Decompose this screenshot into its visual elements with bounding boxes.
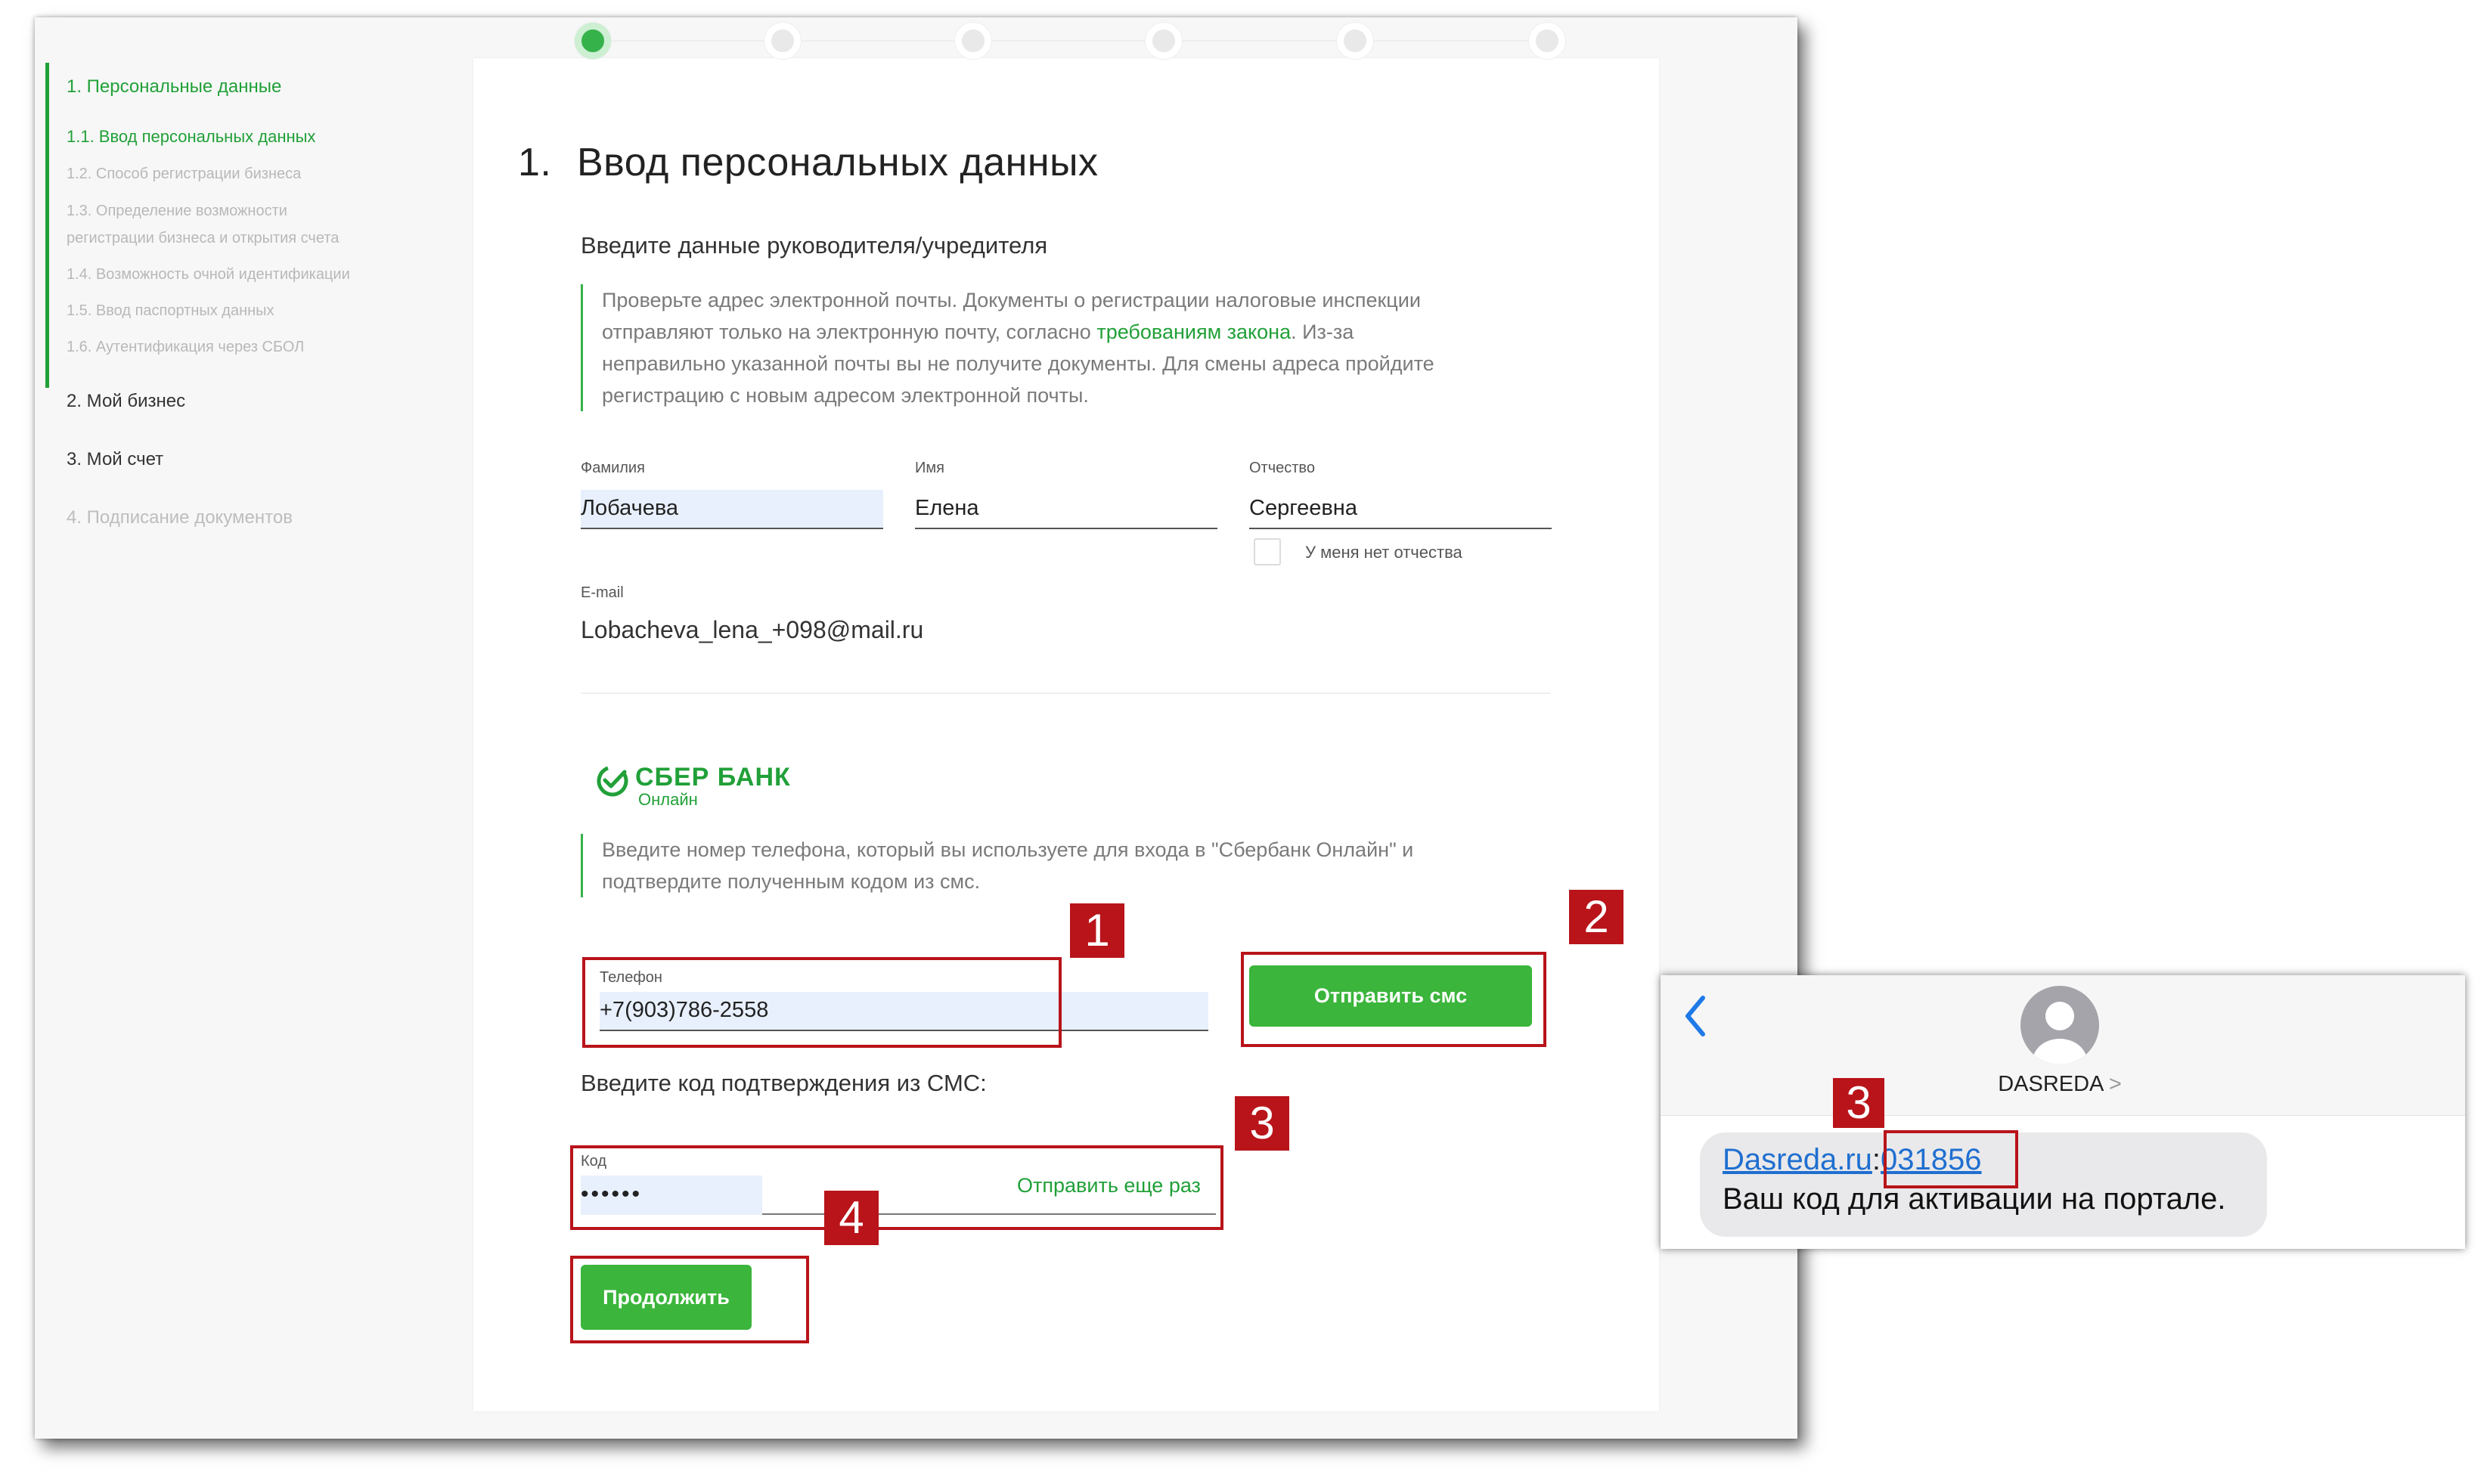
sms-code-heading: Введите код подтверждения из СМС:: [581, 1070, 987, 1096]
progress-sidebar: 1. Персональные данные 1.1. Ввод персона…: [35, 17, 458, 1439]
contact-name[interactable]: DASREDA >: [1661, 1072, 2459, 1097]
back-chevron-icon[interactable]: [1680, 993, 1710, 1039]
sms-screenshot: DASREDA > Dasreda.ru:031856 Ваш код для …: [1661, 975, 2465, 1249]
annotation-badge-3-sms: 3: [1833, 1078, 1884, 1128]
contact-chevron-icon: >: [2108, 1072, 2122, 1096]
sber-check-icon: [597, 765, 628, 797]
sidebar-item-personal-data-input[interactable]: 1.1. Ввод персональных данных: [67, 123, 315, 150]
annotation-box-continue: [570, 1256, 809, 1343]
middle-name-input[interactable]: Сергеевна: [1249, 490, 1552, 529]
last-name-input[interactable]: Лобачева: [581, 490, 883, 529]
sber-brand-text: СБЕР БАНК: [635, 763, 791, 792]
law-requirements-link[interactable]: требованиям закона: [1096, 321, 1291, 343]
sidebar-item-passport-data[interactable]: 1.5. Ввод паспортных данных: [67, 297, 274, 324]
phone-notice-line1: Введите номер телефона, который вы испол…: [602, 838, 1414, 861]
no-middle-name-checkbox[interactable]: [1254, 538, 1281, 565]
phone-notice: Введите номер телефона, который вы испол…: [581, 834, 1549, 897]
sidebar-active-indicator: [45, 63, 49, 388]
annotation-box-phone: [582, 957, 1062, 1048]
first-name-label: Имя: [915, 460, 944, 476]
last-name-label: Фамилия: [581, 460, 645, 476]
middle-name-label: Отчество: [1249, 460, 1315, 476]
sidebar-item-in-person-identification[interactable]: 1.4. Возможность очной идентификации: [67, 261, 350, 288]
sidebar-item-my-account[interactable]: 3. Мой счет: [67, 449, 163, 470]
email-notice-line1: Проверьте адрес электронной почты. Докум…: [602, 289, 1421, 311]
annotation-badge-3: 3: [1235, 1096, 1289, 1151]
sms-header: DASREDA >: [1661, 975, 2465, 1116]
annotation-box-code: [570, 1145, 1223, 1230]
sidebar-item-sbol-auth[interactable]: 1.6. Аутентификация через СБОЛ: [67, 333, 304, 361]
step-dot-1: [575, 23, 611, 59]
section-subtitle: Введите данные руководителя/учредителя: [581, 232, 1048, 259]
step-dot-5: [1337, 23, 1373, 59]
page-title-number: 1.: [518, 141, 552, 184]
sidebar-item-sign-documents: 4. Подписание документов: [67, 507, 293, 528]
annotation-box-sms-code: [1884, 1130, 2018, 1188]
sber-online-logo: СБЕР БАНК Онлайн: [596, 760, 838, 813]
annotation-badge-1: 1: [1070, 903, 1124, 958]
step-dot-4: [1146, 23, 1182, 59]
first-name-input[interactable]: Елена: [915, 490, 1217, 529]
sidebar-item-registration-method[interactable]: 1.2. Способ регистрации бизнеса: [67, 160, 301, 187]
email-notice-line3: неправильно указанной почты вы не получи…: [602, 352, 1434, 375]
email-notice-line4: регистрацию с новым адресом электронной …: [602, 384, 1089, 407]
email-label: E-mail: [581, 584, 624, 601]
stepper-track: [605, 40, 1550, 42]
sidebar-item-registration-possibility[interactable]: 1.3. Определение возможности: [67, 197, 287, 225]
dasreda-link[interactable]: Dasreda.ru: [1723, 1143, 1872, 1176]
email-value: Lobacheva_lena_+098@mail.ru: [581, 616, 924, 643]
sber-online-text: Онлайн: [638, 790, 698, 809]
annotation-box-send-sms: [1241, 952, 1546, 1047]
phone-notice-line2: подтвердите полученным кодом из смс.: [602, 870, 981, 893]
step-dot-6: [1529, 23, 1565, 59]
no-middle-name-label: У меня нет отчества: [1305, 543, 1462, 562]
sidebar-item-my-business[interactable]: 2. Мой бизнес: [67, 391, 185, 412]
contact-avatar-icon: [2020, 986, 2099, 1064]
annotation-badge-4: 4: [824, 1191, 879, 1245]
email-notice: Проверьте адрес электронной почты. Докум…: [581, 284, 1549, 411]
step-dot-2: [764, 23, 801, 59]
sidebar-item-registration-possibility-cont: регистрации бизнеса и открытия счета: [67, 230, 340, 246]
section-divider: [581, 692, 1551, 694]
page-title: 1. Ввод персональных данных: [518, 140, 1098, 185]
step-dot-3: [955, 23, 991, 59]
sidebar-item-personal-data[interactable]: 1. Персональные данные: [67, 76, 281, 98]
annotation-badge-2: 2: [1569, 890, 1623, 944]
page-title-text: Ввод персональных данных: [577, 141, 1099, 184]
email-notice-line2: отправляют только на электронную почту, …: [602, 321, 1354, 343]
